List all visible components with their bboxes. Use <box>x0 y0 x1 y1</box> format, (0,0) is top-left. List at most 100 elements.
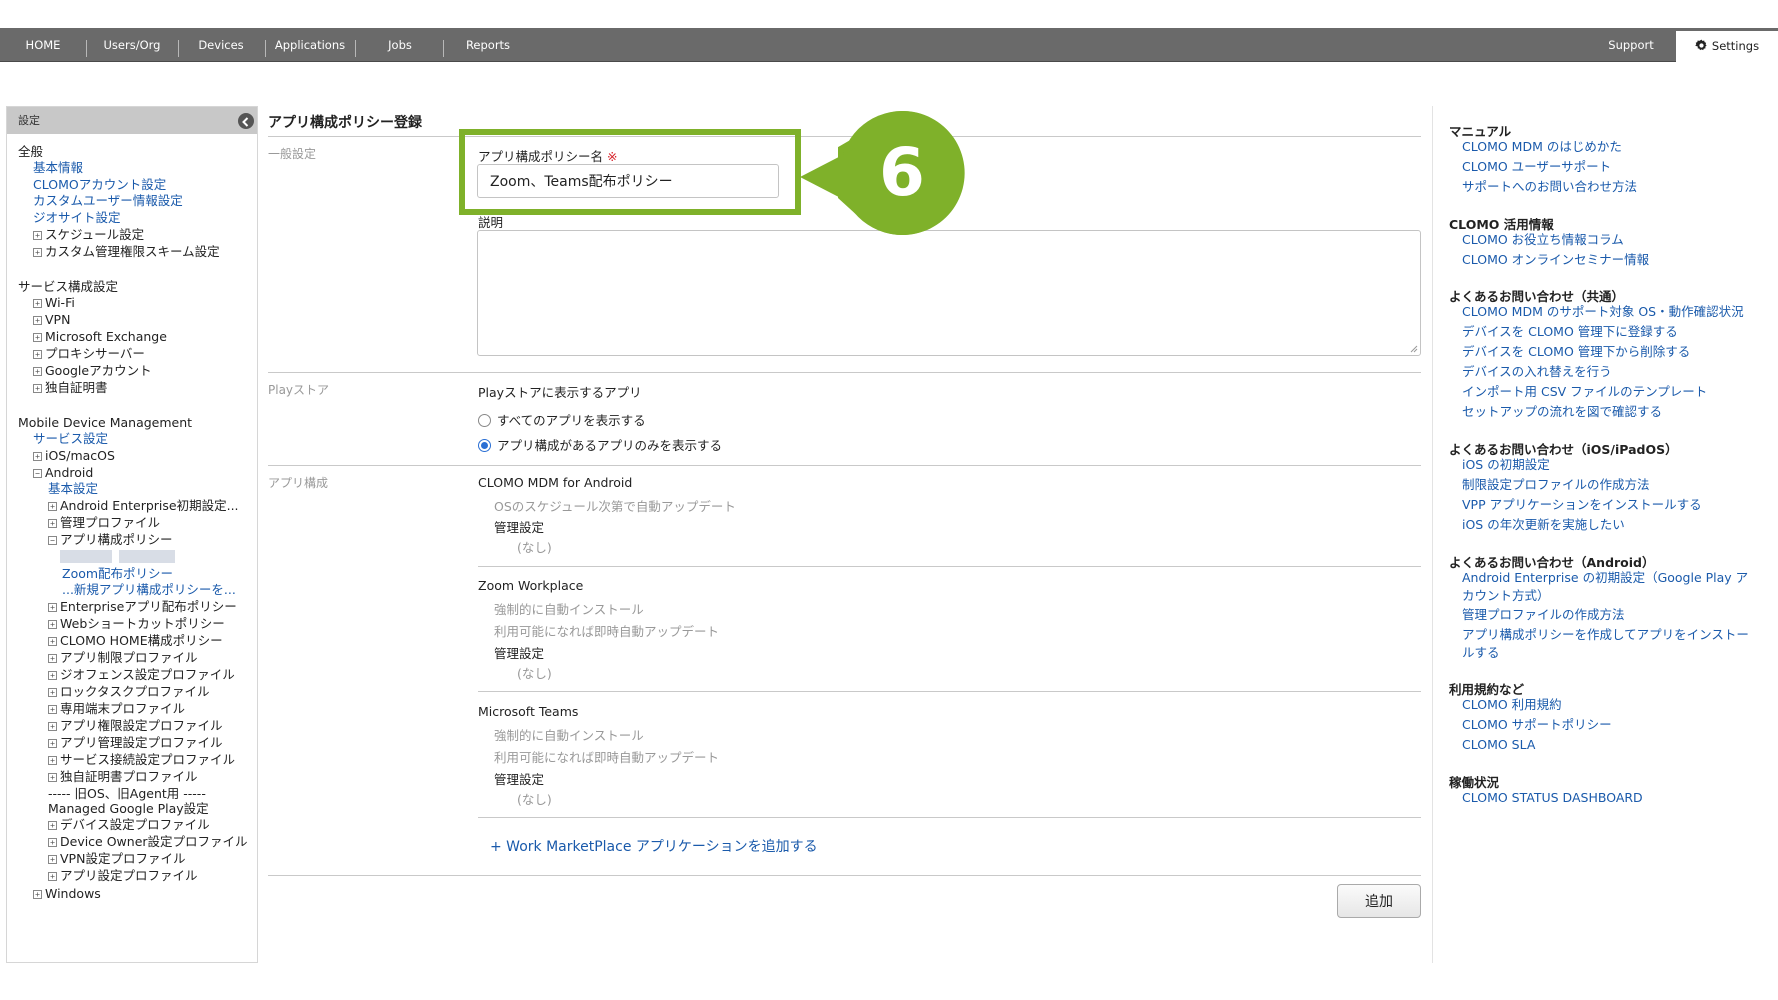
help-link[interactable]: デバイスを CLOMO 管理下から削除する <box>1462 343 1690 361</box>
sidebar-item-web-shortcut[interactable]: + Webショートカットポリシー <box>48 616 225 632</box>
help-link[interactable]: 管理プロファイルの作成方法 <box>1462 606 1625 624</box>
help-link[interactable]: iOS の初期設定 <box>1462 456 1550 474</box>
help-link[interactable]: iOS の年次更新を実施したい <box>1462 516 1625 534</box>
help-link[interactable]: CLOMO お役立ち情報コラム <box>1462 231 1624 249</box>
sidebar-item-app-settings[interactable]: + アプリ設定プロファイル <box>48 868 198 884</box>
sidebar-item-cert-profile[interactable]: + 独自証明書プロファイル <box>48 769 198 785</box>
app-install-policy: 強制的に自動インストール <box>494 728 644 743</box>
sidebar-item-vpn-profile[interactable]: + VPN設定プロファイル <box>48 851 185 867</box>
nav-users-org[interactable]: Users/Org <box>96 28 168 62</box>
sidebar-item-label: スケジュール設定 <box>45 227 145 242</box>
sidebar-item-app-restriction[interactable]: + アプリ制限プロファイル <box>48 650 198 666</box>
sidebar-item-managed-profile[interactable]: + 管理プロファイル <box>48 515 160 531</box>
sidebar-item-app-permission[interactable]: + アプリ権限設定プロファイル <box>48 718 223 734</box>
nav-jobs[interactable]: Jobs <box>365 28 435 62</box>
nav-settings[interactable]: Settings <box>1676 31 1778 62</box>
radio-button-selected[interactable] <box>478 439 491 452</box>
sidebar-item-label: ロックタスクプロファイル <box>60 684 210 699</box>
sidebar-item-label: iOS/macOS <box>45 448 115 463</box>
help-link[interactable]: サポートへのお問い合わせ方法 <box>1462 178 1637 196</box>
sidebar-item-schedule[interactable]: + スケジュール設定 <box>33 227 144 243</box>
help-link[interactable]: アプリ構成ポリシーを作成してアプリをインストー <box>1462 626 1749 644</box>
sidebar-item-dedicated[interactable]: + 専用端末プロファイル <box>48 701 185 717</box>
help-link[interactable]: カウント方式） <box>1462 587 1550 605</box>
divider <box>268 372 1421 373</box>
play-store-label: Playストアに表示するアプリ <box>478 385 642 400</box>
help-link[interactable]: インポート用 CSV ファイルのテンプレート <box>1462 383 1707 401</box>
sidebar-section-general: 全般 <box>18 144 44 159</box>
sidebar-item-managed-play[interactable]: Managed Google Play設定 <box>48 801 209 817</box>
redacted-item <box>119 550 175 563</box>
sidebar-item-geosite[interactable]: ジオサイト設定 <box>33 210 121 226</box>
nav-applications[interactable]: Applications <box>272 28 348 62</box>
help-link[interactable]: CLOMO MDM のはじめかた <box>1462 138 1622 156</box>
sidebar-item-certificate[interactable]: + 独自証明書 <box>33 380 108 396</box>
section-label-general: 一般設定 <box>268 147 317 161</box>
nav-home[interactable]: HOME <box>14 28 72 62</box>
sidebar-item-custom-permission[interactable]: + カスタム管理権限スキーム設定 <box>33 244 220 260</box>
nav-support[interactable]: Support <box>1598 28 1664 62</box>
radio-config-apps[interactable]: アプリ構成があるアプリのみを表示する <box>478 435 722 454</box>
sidebar-item-label: Device Owner設定プロファイル <box>60 834 248 849</box>
right-sidebar-divider <box>1432 106 1433 963</box>
sidebar-item-geofence[interactable]: + ジオフェンス設定プロファイル <box>48 667 235 683</box>
add-marketplace-app-link[interactable]: + Work MarketPlace アプリケーションを追加する <box>490 836 818 856</box>
help-link[interactable]: デバイスを CLOMO 管理下に登録する <box>1462 323 1678 341</box>
help-link[interactable]: CLOMO ユーザーサポート <box>1462 158 1611 176</box>
sidebar-item-android-basic[interactable]: 基本設定 <box>48 481 98 497</box>
sidebar-item-app-management[interactable]: + アプリ管理設定プロファイル <box>48 735 223 751</box>
sidebar-item-new-policy[interactable]: ...新規アプリ構成ポリシーを... <box>62 582 236 598</box>
expand-icon: + <box>48 705 57 714</box>
expand-icon: + <box>48 872 57 881</box>
sidebar-item-ae-initial[interactable]: + Android Enterprise初期設定... <box>48 498 239 514</box>
radio-all-apps[interactable]: すべてのアプリを表示する <box>478 410 646 429</box>
sidebar-item-clomo-account[interactable]: CLOMOアカウント設定 <box>33 177 166 193</box>
sidebar-item-enterprise-app[interactable]: + Enterpriseアプリ配布ポリシー <box>48 599 237 615</box>
help-link[interactable]: セットアップの流れを図で確認する <box>1462 403 1662 421</box>
nav-settings-label: Settings <box>1711 39 1760 53</box>
sidebar-item-service-settings[interactable]: サービス設定 <box>33 431 108 447</box>
help-link[interactable]: CLOMO STATUS DASHBOARD <box>1462 789 1643 807</box>
sidebar-item-wifi[interactable]: + Wi-Fi <box>33 295 75 311</box>
sidebar-item-windows[interactable]: + Windows <box>33 886 101 902</box>
sidebar-item-vpn[interactable]: + VPN <box>33 312 70 328</box>
sidebar-item-proxy[interactable]: + プロキシサーバー <box>33 346 145 362</box>
sidebar-item-basic-info[interactable]: 基本情報 <box>33 160 83 176</box>
sidebar-item-android[interactable]: − Android <box>33 465 93 481</box>
sidebar-item-device-owner[interactable]: + Device Owner設定プロファイル <box>48 834 248 850</box>
sidebar-item-label: Microsoft Exchange <box>45 329 167 344</box>
help-link[interactable]: CLOMO サポートポリシー <box>1462 716 1612 734</box>
help-link[interactable]: Android Enterprise の初期設定（Google Play ア <box>1462 569 1748 587</box>
sidebar-item-device-settings[interactable]: + デバイス設定プロファイル <box>48 817 210 833</box>
nav-reports[interactable]: Reports <box>452 28 524 62</box>
expand-icon: + <box>48 688 57 697</box>
sidebar-item-zoom-policy[interactable]: Zoom配布ポリシー <box>62 566 173 582</box>
help-link[interactable]: 制限設定プロファイルの作成方法 <box>1462 476 1650 494</box>
expand-icon: + <box>33 890 42 899</box>
expand-icon: + <box>48 821 57 830</box>
add-button[interactable]: 追加 <box>1337 884 1421 918</box>
sidebar-item-ios-macos[interactable]: + iOS/macOS <box>33 448 115 464</box>
collapse-sidebar-icon[interactable] <box>238 113 254 129</box>
sidebar-item-lock-task[interactable]: + ロックタスクプロファイル <box>48 684 210 700</box>
help-link[interactable]: CLOMO オンラインセミナー情報 <box>1462 251 1649 269</box>
help-link[interactable]: VPP アプリケーションをインストールする <box>1462 496 1702 514</box>
help-link[interactable]: デバイスの入れ替えを行う <box>1462 363 1612 381</box>
sidebar-item-google-account[interactable]: + Googleアカウント <box>33 363 152 379</box>
help-link[interactable]: CLOMO SLA <box>1462 736 1535 754</box>
help-link[interactable]: ルする <box>1462 644 1500 662</box>
description-textarea[interactable] <box>477 230 1421 356</box>
sidebar-item-label: 独自証明書プロファイル <box>60 769 198 784</box>
resize-grip-icon[interactable] <box>1410 345 1418 353</box>
radio-button[interactable] <box>478 414 491 427</box>
sidebar-item-app-config-policy[interactable]: − アプリ構成ポリシー <box>48 532 173 548</box>
sidebar-item-service-connection[interactable]: + サービス接続設定プロファイル <box>48 752 235 768</box>
sidebar-item-clomo-home[interactable]: + CLOMO HOME構成ポリシー <box>48 633 223 649</box>
sidebar-item-custom-user-info[interactable]: カスタムユーザー情報設定 <box>33 193 183 209</box>
help-link[interactable]: CLOMO 利用規約 <box>1462 696 1562 714</box>
help-link[interactable]: CLOMO MDM のサポート対象 OS・動作確認状況 <box>1462 303 1744 321</box>
sidebar-item-exchange[interactable]: + Microsoft Exchange <box>33 329 167 345</box>
sidebar-header: 設定 <box>7 107 257 134</box>
app-name: Zoom Workplace <box>478 578 584 593</box>
nav-devices[interactable]: Devices <box>188 28 254 62</box>
